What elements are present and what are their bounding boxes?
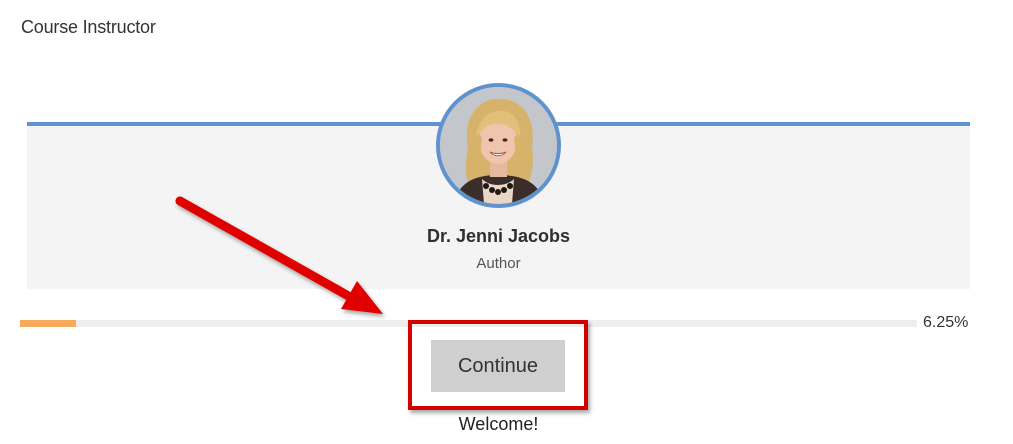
progress-percent: 6.25% [923, 314, 969, 331]
section-title: Course Instructor [21, 17, 156, 37]
instructor-role: Author [476, 255, 521, 272]
continue-button[interactable]: Continue [431, 340, 565, 392]
course-page: Course Instructor Dr. Jenni Jacobs Autho… [0, 0, 1013, 444]
instructor-name: Dr. Jenni Jacobs [426, 226, 571, 246]
instructor-photo-icon [440, 87, 557, 204]
progress-fill [20, 320, 77, 327]
welcome-message: Welcome! [458, 414, 539, 434]
instructor-avatar [436, 83, 561, 208]
